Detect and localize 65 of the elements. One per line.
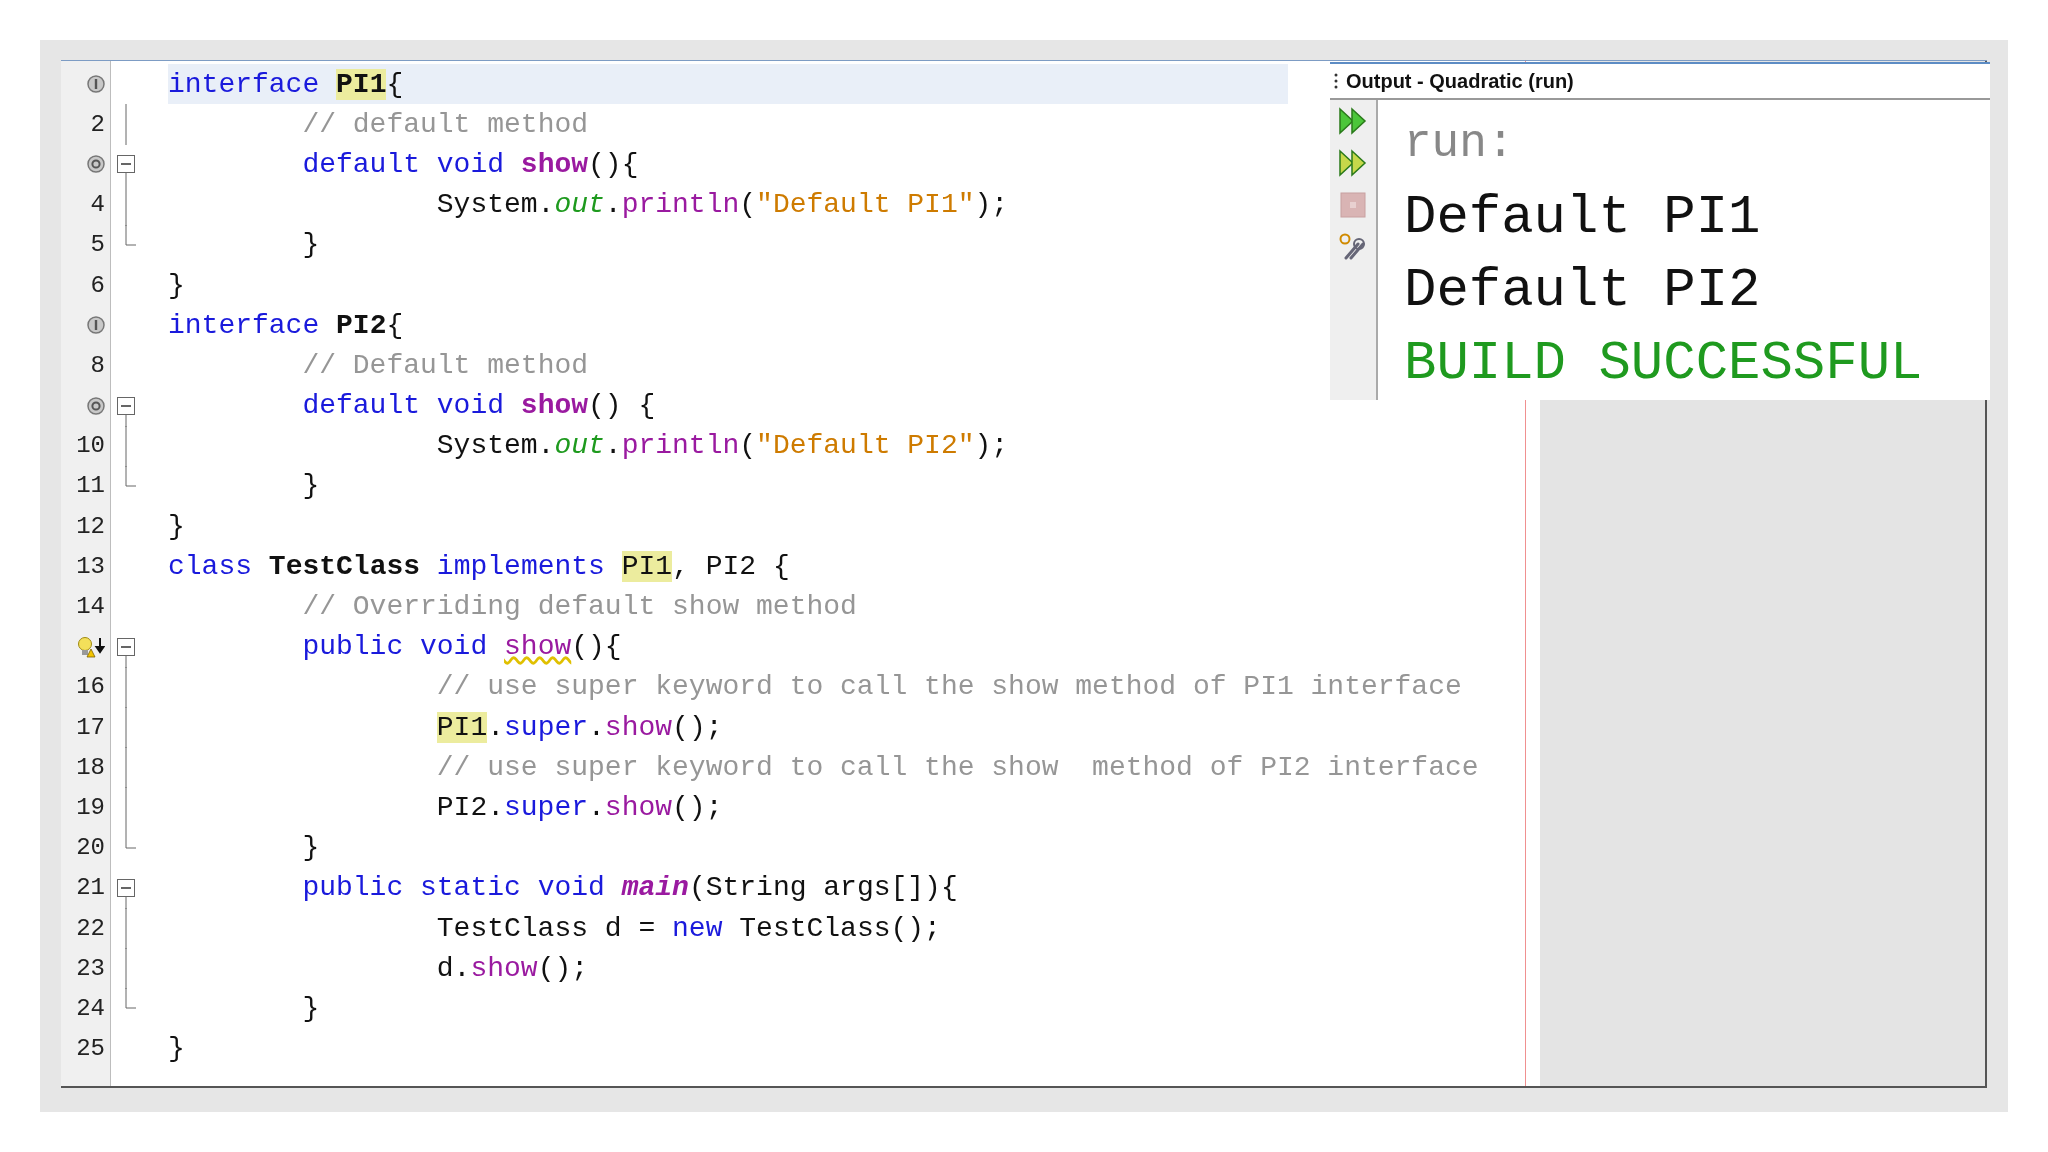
code-line: class TestClass implements PI1, PI2 { xyxy=(168,549,790,584)
override-circle-icon[interactable] xyxy=(87,396,105,415)
line-number: 13 xyxy=(76,552,105,580)
line-number: 22 xyxy=(76,914,105,942)
fold-line xyxy=(125,425,127,467)
output-line: BUILD SUCCESSFUL xyxy=(1404,332,1924,396)
line-number: 24 xyxy=(76,994,105,1022)
fold-end-line xyxy=(125,988,137,1010)
code-line: } xyxy=(302,469,320,504)
code-line: default void show(){ xyxy=(302,147,639,182)
implemented-circle-icon[interactable] xyxy=(87,75,105,94)
fold-line xyxy=(125,104,127,146)
implemented-circle-icon[interactable] xyxy=(87,316,105,335)
line-number: 18 xyxy=(76,753,105,781)
output-line: run: xyxy=(1404,117,1516,172)
code-line: // Default method xyxy=(302,348,589,383)
code-line: public static void main(String args[]){ xyxy=(302,871,958,906)
line-number: 11 xyxy=(76,472,105,500)
code-line: } xyxy=(168,1032,185,1067)
fold-end-line xyxy=(125,465,137,487)
line-number: 10 xyxy=(76,432,105,460)
code-line: default void show() { xyxy=(302,389,656,424)
code-line: System.out.println("Default PI2"); xyxy=(436,429,1009,464)
line-number: 21 xyxy=(76,874,105,902)
code-line: } xyxy=(302,228,320,263)
code-line: } xyxy=(302,991,320,1026)
code-line: PI1.super.show(); xyxy=(436,710,723,745)
fold-end-line xyxy=(125,827,137,849)
rerun-icon[interactable] xyxy=(1338,106,1368,136)
code-line: } xyxy=(302,831,320,866)
code-line: public void show(){ xyxy=(302,630,622,665)
line-number: 20 xyxy=(76,834,105,862)
line-number: 16 xyxy=(76,673,105,701)
line-number: 19 xyxy=(76,793,105,821)
output-line: Default PI2 xyxy=(1404,259,1762,323)
code-line: TestClass d = new TestClass(); xyxy=(436,911,941,946)
fold-line xyxy=(125,184,127,226)
code-line: } xyxy=(168,509,185,544)
code-line: // Overriding default show method xyxy=(302,590,857,625)
line-number: 17 xyxy=(76,713,105,741)
line-number: 6 xyxy=(90,271,105,299)
line-number: 25 xyxy=(76,1035,105,1063)
code-line: } xyxy=(168,268,185,303)
override-circle-icon[interactable] xyxy=(87,155,105,174)
rerun-options-icon[interactable] xyxy=(1338,148,1368,178)
code-line: interface PI2{ xyxy=(168,308,404,343)
settings-icon[interactable] xyxy=(1338,232,1368,262)
line-number: 14 xyxy=(76,593,105,621)
fold-end-line xyxy=(125,224,137,246)
output-line: Default PI1 xyxy=(1404,186,1762,250)
code-line: // use super keyword to call the show method of PI1 interface xyxy=(436,670,1462,705)
line-number: 12 xyxy=(76,512,105,540)
line-number: 8 xyxy=(90,351,105,379)
line-number: 4 xyxy=(90,191,105,219)
lightbulb-icon[interactable] xyxy=(77,635,105,658)
code-line: d.show(); xyxy=(436,951,589,986)
grip-icon[interactable] xyxy=(1334,72,1338,90)
line-number: 23 xyxy=(76,954,105,982)
code-line: PI2.super.show(); xyxy=(436,790,723,825)
line-number: 2 xyxy=(90,110,105,138)
code-line: System.out.println("Default PI1"); xyxy=(436,188,1009,223)
code-line: // default method xyxy=(302,107,589,142)
line-number: 5 xyxy=(90,231,105,259)
panel-title[interactable]: Output - Quadratic (run) xyxy=(1346,69,1574,93)
code-line: // use super keyword to call the show method of PI2 interface xyxy=(436,750,1479,785)
